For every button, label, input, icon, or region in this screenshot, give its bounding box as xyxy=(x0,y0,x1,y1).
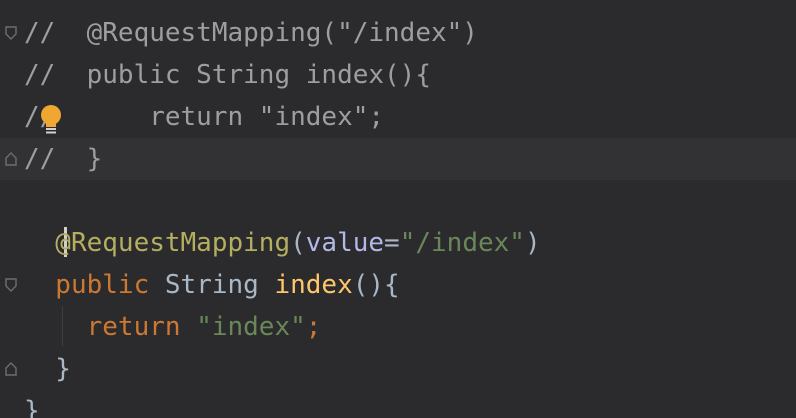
code-line-text: // return "index"; xyxy=(24,96,384,138)
code-line-5[interactable] xyxy=(0,180,796,222)
code-line-10[interactable]: } xyxy=(0,390,796,418)
code-line-text: public String index(){ xyxy=(24,264,400,306)
code-token: = xyxy=(384,228,400,258)
code-line-2[interactable]: // public String index(){ xyxy=(0,54,796,96)
code-line-text: // @RequestMapping("/index") xyxy=(24,12,478,54)
code-token: ( xyxy=(290,228,306,258)
code-line-text: // public String index(){ xyxy=(24,54,431,96)
code-token: "index" xyxy=(196,312,306,342)
code-token: // } xyxy=(24,144,103,174)
lightbulb-icon[interactable] xyxy=(38,104,64,136)
code-token: return xyxy=(24,312,197,342)
code-line-1[interactable]: // @RequestMapping("/index") xyxy=(0,12,796,54)
code-line-7[interactable]: public String index(){ xyxy=(0,264,796,306)
code-token: // public String index(){ xyxy=(24,60,431,90)
code-line-6[interactable]: @RequestMapping(value="/index") xyxy=(0,222,796,264)
fold-marker-icon[interactable] xyxy=(3,361,19,377)
fold-marker-icon[interactable] xyxy=(3,151,19,167)
code-token: (){ xyxy=(352,270,400,300)
fold-marker-icon[interactable] xyxy=(3,277,19,293)
code-line-text: } xyxy=(24,390,40,418)
code-line-text: @RequestMapping(value="/index") xyxy=(24,222,541,264)
code-token: "/index" xyxy=(399,228,525,258)
code-line-9[interactable]: } xyxy=(0,348,796,390)
code-token: ; xyxy=(305,312,322,342)
code-token: // return "index"; xyxy=(24,102,385,132)
code-line-3[interactable]: // return "index"; xyxy=(0,96,796,138)
code-token: } xyxy=(24,396,40,418)
code-line-8[interactable]: return "index"; xyxy=(0,306,796,348)
code-token: } xyxy=(24,354,71,384)
code-editor[interactable]: // @RequestMapping("/index") // public S… xyxy=(0,0,796,418)
code-token: @RequestMapping xyxy=(24,228,291,258)
code-token: index xyxy=(274,270,353,300)
fold-marker-icon[interactable] xyxy=(3,25,19,41)
code-token: // @RequestMapping("/index") xyxy=(24,18,478,48)
code-token: String xyxy=(164,270,275,300)
code-line-4-current[interactable]: // } xyxy=(0,138,796,257)
code-token: public xyxy=(24,270,165,300)
code-line-text: return "index"; xyxy=(24,306,322,348)
code-line-text: // } xyxy=(24,138,102,180)
indent-guide xyxy=(62,306,63,346)
code-token: ) xyxy=(524,228,541,258)
code-line-text: } xyxy=(24,348,71,390)
code-token: value xyxy=(305,228,385,258)
